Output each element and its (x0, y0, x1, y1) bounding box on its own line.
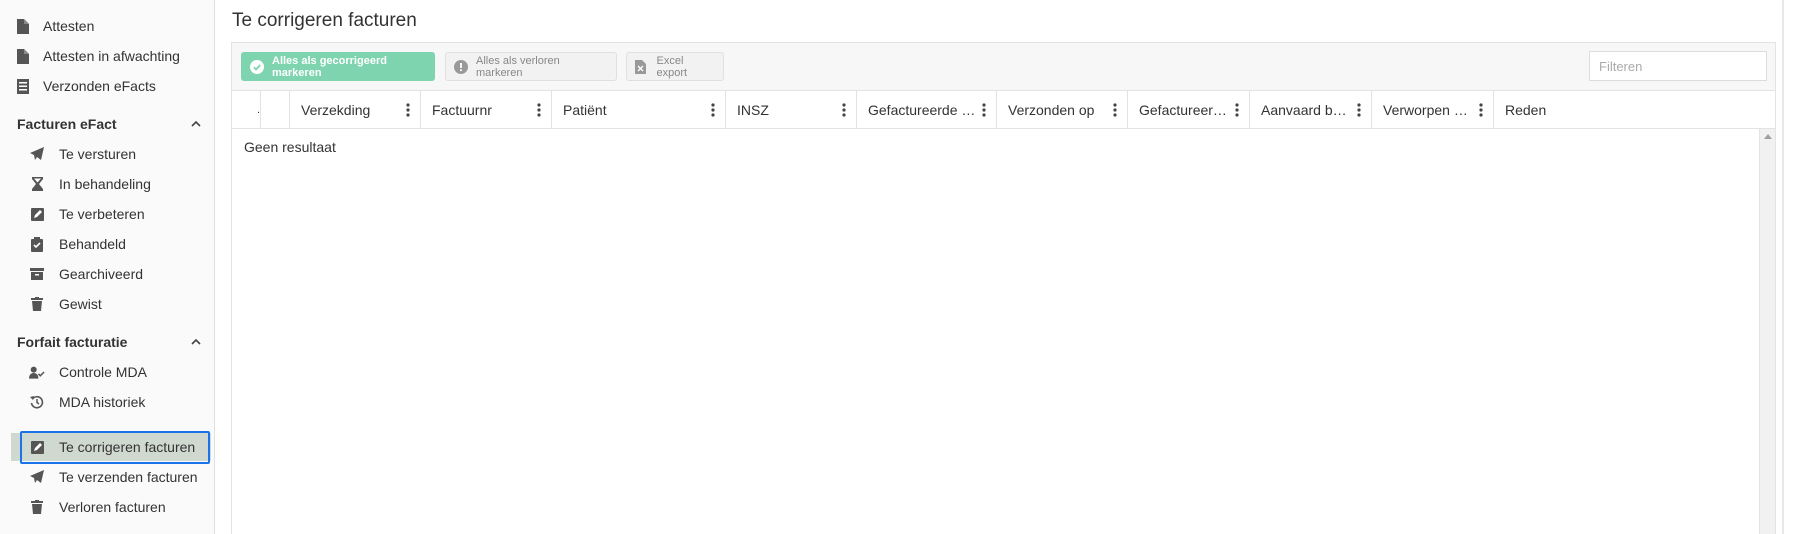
chevron-up-icon[interactable] (190, 118, 202, 130)
grid-toolbar: Alles als gecorrigeerd markeren Alles al… (232, 43, 1775, 91)
mark-all-corrected-label: Alles als gecorrigeerd markeren (272, 54, 387, 79)
column-menu-icon[interactable] (842, 103, 846, 117)
sidebar-item-attesten[interactable]: Attesten (0, 12, 214, 40)
user-check-icon (29, 364, 45, 380)
column-menu-icon[interactable] (1113, 103, 1117, 117)
section-title: Facturen eFact (17, 116, 117, 132)
check-circle-icon (250, 59, 264, 74)
column-header-verzekding[interactable]: Verzekding (290, 91, 421, 129)
window-edge (1782, 0, 1784, 534)
excel-export-label: Excel export (656, 54, 688, 79)
sidebar-item-gewist[interactable]: Gewist (0, 290, 214, 318)
column-header-verworpen[interactable]: Verworpen … (1372, 91, 1494, 129)
sidebar-item-label: MDA historiek (59, 394, 146, 410)
column-header-patient[interactable]: Patiënt (552, 91, 726, 129)
sidebar-item-in-behandeling[interactable]: In behandeling (0, 170, 214, 198)
column-header-insz[interactable]: INSZ (726, 91, 857, 129)
sidebar-item-gearchiveerd[interactable]: Gearchiveerd (0, 260, 214, 288)
column-header-reden[interactable]: Reden (1494, 91, 1580, 129)
column-header-factuurnr[interactable]: Factuurnr (421, 91, 552, 129)
column-menu-icon[interactable] (1235, 103, 1239, 117)
column-header-verzonden-op[interactable]: Verzonden op (997, 91, 1128, 129)
sidebar: Attesten Attesten in afwachting Verzonde… (0, 0, 215, 534)
sidebar-item-label: Te verzenden facturen (59, 469, 198, 485)
sidebar-item-label: Controle MDA (59, 364, 147, 380)
sidebar-item-verzonden-efacts[interactable]: Verzonden eFacts (0, 72, 214, 100)
sidebar-item-label: Gewist (59, 296, 102, 312)
section-facturen-efact[interactable]: Facturen eFact (0, 111, 214, 137)
column-header-gefactureerde-bedrag[interactable]: Gefactureerde … (857, 91, 997, 129)
sidebar-item-te-versturen[interactable]: Te versturen (0, 140, 214, 168)
page-title: Te corrigeren facturen (232, 10, 417, 31)
trash-icon (29, 499, 45, 515)
filter-input[interactable] (1589, 51, 1767, 81)
trash-icon (29, 296, 45, 312)
sidebar-item-attesten-in-afwachting[interactable]: Attesten in afwachting (0, 42, 214, 70)
column-menu-icon[interactable] (406, 103, 410, 117)
mark-all-lost-label: Alles als verloren markeren (476, 54, 560, 79)
column-menu-icon[interactable] (711, 103, 715, 117)
sidebar-item-te-verzenden-facturen[interactable]: Te verzenden facturen (0, 463, 214, 491)
section-title: Forfait facturatie (17, 334, 128, 350)
sidebar-item-controle-mda[interactable]: Controle MDA (0, 358, 214, 386)
paper-plane-icon (29, 146, 45, 162)
sidebar-item-te-verbeteren[interactable]: Te verbeteren (0, 200, 214, 228)
archive-icon (29, 266, 45, 282)
empty-state-text: Geen resultaat (244, 139, 336, 155)
edit-icon (29, 439, 45, 455)
clipboard-check-icon (29, 236, 45, 252)
sidebar-item-label: Verzonden eFacts (43, 78, 156, 94)
file-icon (15, 18, 31, 34)
mark-all-lost-button[interactable]: Alles als verloren markeren (445, 52, 617, 81)
sidebar-item-label: Te verbeteren (59, 206, 145, 222)
column-menu-icon[interactable] (982, 103, 986, 117)
vertical-scrollbar[interactable] (1759, 129, 1775, 534)
section-forfait-facturatie[interactable]: Forfait facturatie (0, 329, 214, 355)
excel-export-button[interactable]: Excel export (626, 52, 724, 81)
sidebar-item-verloren-facturen[interactable]: Verloren facturen (0, 493, 214, 521)
chevron-up-icon[interactable] (190, 336, 202, 348)
sidebar-item-label: Attesten in afwachting (43, 48, 180, 64)
sidebar-item-label: In behandeling (59, 176, 151, 192)
list-file-icon (15, 78, 31, 94)
sidebar-item-label: Te versturen (59, 146, 137, 162)
invoice-grid-panel: Alles als gecorrigeerd markeren Alles al… (231, 42, 1776, 534)
sidebar-item-label: Gearchiveerd (59, 266, 144, 282)
column-header-blank[interactable] (261, 91, 290, 129)
file-icon (15, 48, 31, 64)
sidebar-item-mda-historiek[interactable]: MDA historiek (0, 388, 214, 416)
paper-plane-icon (29, 469, 45, 485)
sidebar-item-label: Verloren facturen (59, 499, 166, 515)
sidebar-item-behandeld[interactable]: Behandeld (0, 230, 214, 258)
table-header: . Verzekding Factuurnr Patiënt INSZ Gefa… (232, 91, 1775, 129)
edit-icon (29, 206, 45, 222)
column-header-gefactureerd[interactable]: Gefactureer… (1128, 91, 1250, 129)
excel-file-icon (635, 59, 649, 74)
exclamation-circle-icon (454, 59, 468, 74)
sidebar-item-label: Te corrigeren facturen (59, 439, 196, 455)
column-menu-icon[interactable] (1357, 103, 1361, 117)
mark-all-corrected-button[interactable]: Alles als gecorrigeerd markeren (241, 52, 435, 81)
column-header-selector[interactable]: . (232, 91, 261, 129)
sidebar-item-te-corrigeren-facturen[interactable]: Te corrigeren facturen (11, 433, 211, 461)
sidebar-item-label: Behandeld (59, 236, 126, 252)
column-menu-icon[interactable] (537, 103, 541, 117)
hourglass-icon (29, 176, 45, 192)
scroll-up-arrow-icon[interactable] (1764, 134, 1772, 139)
column-header-aanvaard-bedrag[interactable]: Aanvaard b… (1250, 91, 1372, 129)
sidebar-item-label: Attesten (43, 18, 95, 34)
column-menu-icon[interactable] (1479, 103, 1483, 117)
history-icon (29, 394, 45, 410)
